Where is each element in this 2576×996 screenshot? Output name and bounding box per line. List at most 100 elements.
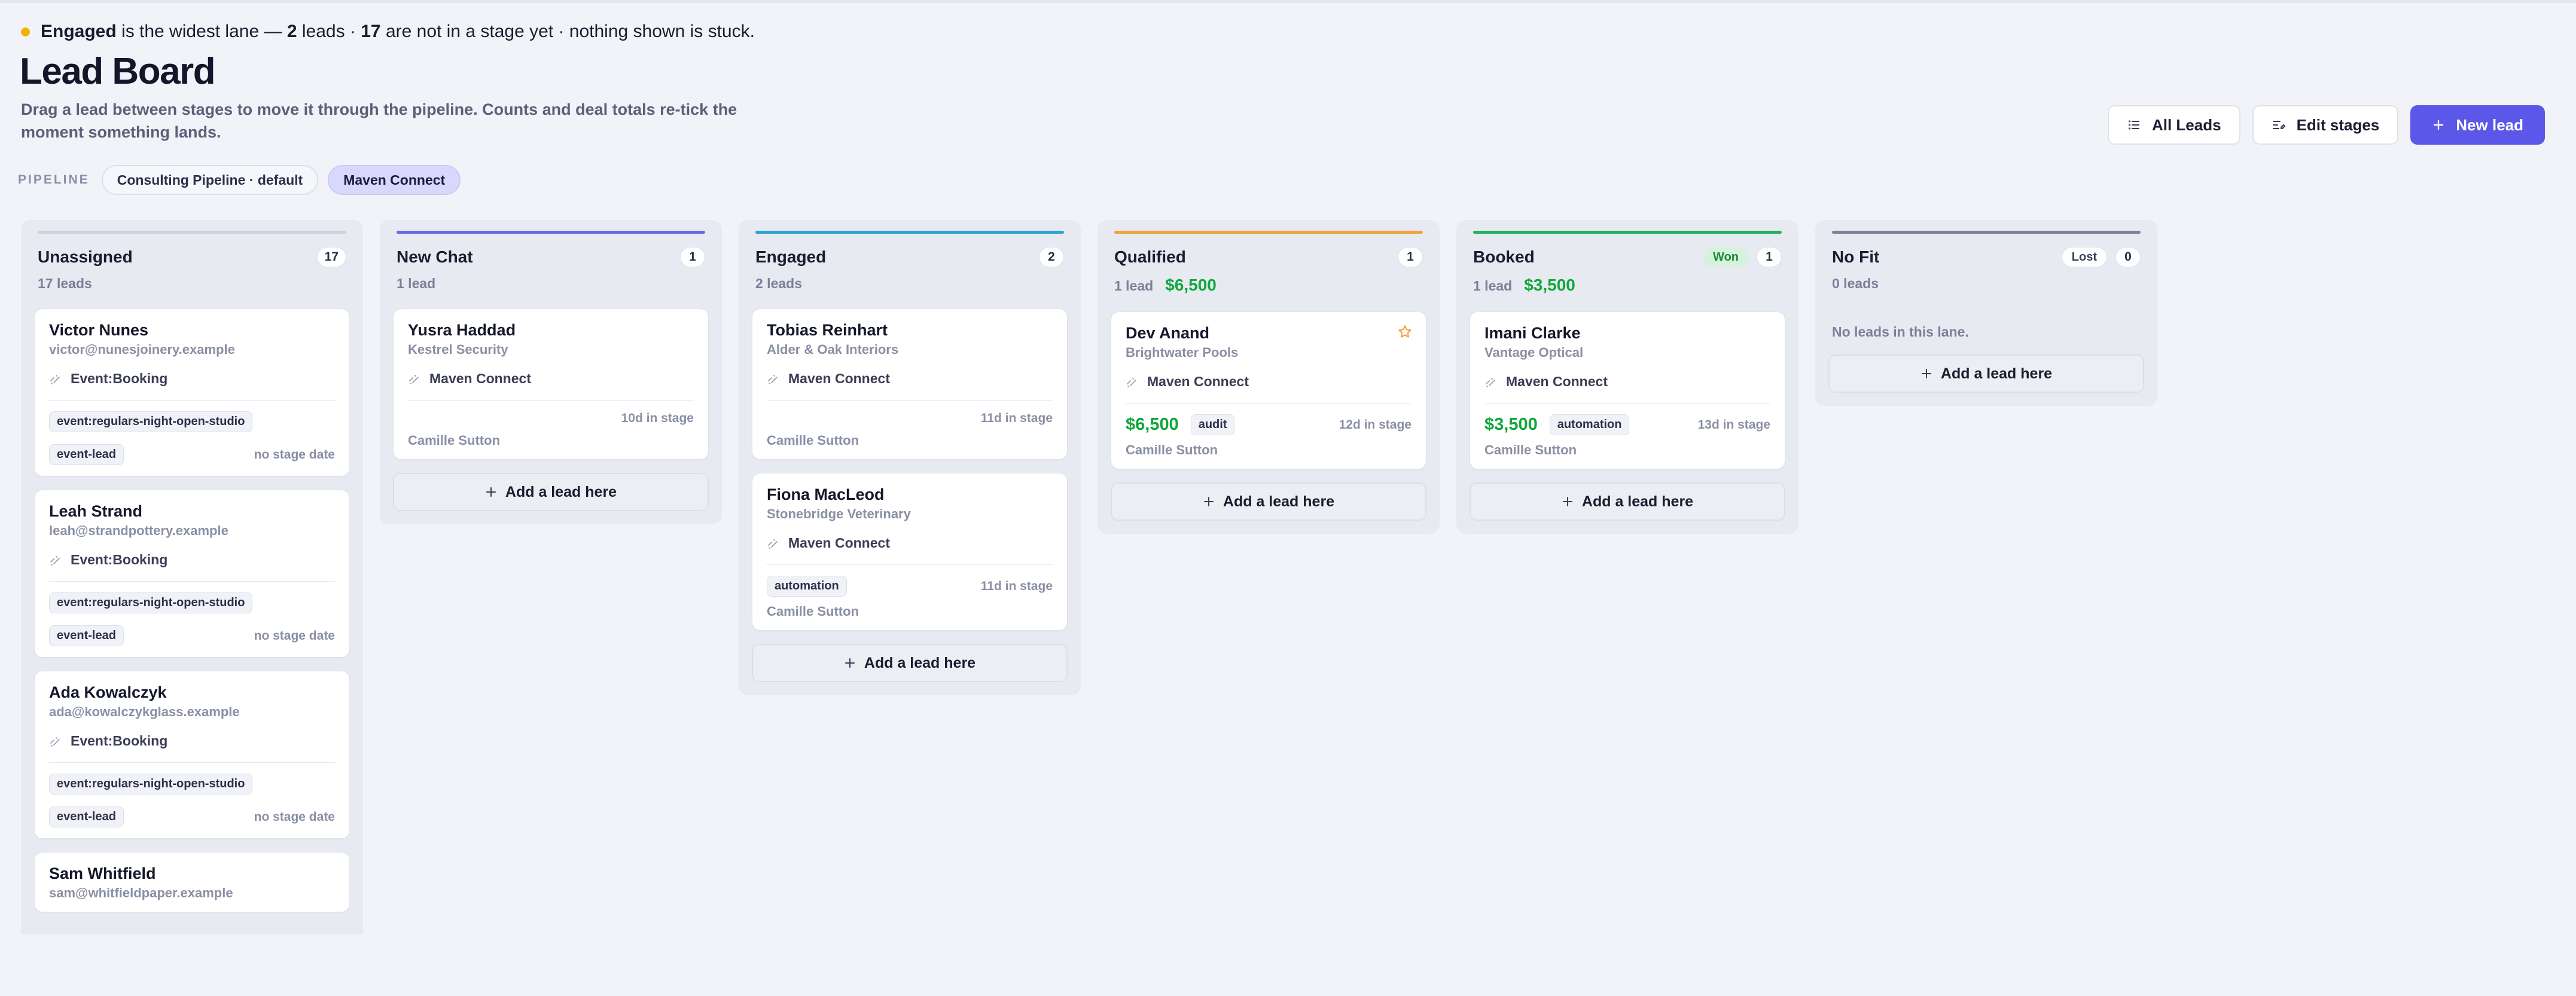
lane-title: New Chat [397, 248, 473, 266]
status-dot-icon [21, 27, 30, 36]
lane-title: Engaged [755, 248, 827, 266]
add-lead-button[interactable]: Add a lead here [1111, 482, 1426, 521]
new-lead-button[interactable]: New lead [2410, 105, 2545, 145]
add-lead-button[interactable]: Add a lead here [1470, 482, 1785, 521]
lane-unassigned[interactable]: Unassigned 17 17 leads Victor Nunes vict… [21, 220, 363, 934]
lead-name: Fiona MacLeod [767, 485, 885, 503]
stage-date: no stage date [254, 447, 335, 462]
lead-name: Dev Anand [1126, 324, 1210, 342]
lead-card[interactable]: Ada Kowalczyk ada@kowalczykglass.example… [34, 671, 350, 839]
lead-company: Kestrel Security [408, 342, 508, 357]
lane-lead-count: 17 leads [38, 276, 92, 291]
lane-title: Unassigned [38, 248, 133, 266]
meta-row: 10d in stage [408, 411, 694, 426]
source-icon [49, 735, 61, 747]
lane-empty-message: No leads in this lane. [1832, 324, 1969, 340]
days-in-stage: 11d in stage [980, 579, 1053, 593]
lane-booked[interactable]: Booked Won 1 1 lead $3,500 Imani Clarke … [1456, 220, 1798, 534]
add-lead-label: Add a lead here [505, 483, 617, 500]
new-lead-label: New lead [2456, 115, 2523, 134]
add-lead-label: Add a lead here [1223, 493, 1335, 510]
lead-card[interactable]: Fiona MacLeod Stonebridge Veterinary Mav… [752, 473, 1068, 631]
source-icon [767, 537, 779, 549]
lead-card[interactable]: Victor Nunes victor@nunesjoinery.example… [34, 308, 350, 476]
lane-no-fit[interactable]: No Fit Lost 0 0 leads No leads in this l… [1815, 220, 2157, 406]
summary-text: are not in a stage yet · nothing shown i… [380, 22, 755, 41]
tag-pill: automation [767, 576, 847, 597]
lead-owner: Camille Sutton [408, 433, 501, 448]
lost-badge: Lost [2061, 247, 2107, 267]
lead-name: Leah Strand [49, 502, 143, 520]
lane-count-badge: 2 [1039, 247, 1064, 267]
lead-email: sam@whitfieldpaper.example [49, 885, 233, 900]
lane-title: No Fit [1832, 248, 1880, 266]
add-lead-button[interactable]: Add a lead here [1828, 355, 2144, 393]
tag-row: event:regulars-night-open-studio [49, 592, 335, 613]
tag-pill: automation [1549, 414, 1630, 435]
lead-name: Ada Kowalczyk [49, 683, 167, 701]
lead-email: leah@strandpottery.example [49, 523, 228, 538]
lane-qualified[interactable]: Qualified 1 1 lead $6,500 Dev Anand Brig… [1098, 220, 1440, 534]
lead-owner: Camille Sutton [1484, 442, 1577, 457]
header-actions: All Leads Edit stages New lead [2096, 105, 2545, 145]
lane-new-chat[interactable]: New Chat 1 1 lead Yusra Haddad Kestrel S… [380, 220, 722, 524]
card-divider [1484, 403, 1770, 404]
lead-source: Event:Booking [49, 371, 335, 387]
source-label: Event:Booking [71, 733, 168, 748]
card-divider [767, 400, 1053, 401]
tag-pill: event:regulars-night-open-studio [49, 592, 253, 613]
all-leads-button[interactable]: All Leads [2107, 105, 2240, 145]
all-leads-label: All Leads [2151, 115, 2221, 134]
amount-group: $6,500 audit [1126, 414, 1235, 435]
stage-date: no stage date [254, 628, 335, 643]
card-divider [767, 564, 1053, 565]
lane-lead-count: 2 leads [755, 276, 802, 291]
pipeline-chip-maven-connect[interactable]: Maven Connect [328, 165, 461, 195]
lead-card[interactable]: Tobias Reinhart Alder & Oak Interiors Ma… [752, 308, 1068, 460]
plus-icon [1920, 368, 1932, 380]
lane-header: Engaged 2 [752, 247, 1068, 267]
board-summary: Engaged is the widest lane — 2 leads · 1… [21, 22, 755, 42]
lead-card[interactable]: Sam Whitfield sam@whitfieldpaper.example [34, 852, 350, 912]
summary-text: leads · [297, 22, 361, 41]
lane-engaged[interactable]: Engaged 2 2 leads Tobias Reinhart Alder … [739, 220, 1081, 695]
lead-source: Maven Connect [1126, 374, 1412, 390]
lead-card[interactable]: Yusra Haddad Kestrel Security Maven Conn… [393, 308, 709, 460]
add-lead-button[interactable]: Add a lead here [752, 644, 1068, 682]
lane-subtitle: 2 leads [752, 276, 1068, 292]
plus-icon [844, 657, 856, 669]
lane-deal-total: $3,500 [1524, 276, 1575, 294]
lead-name: Sam Whitfield [49, 864, 156, 882]
card-divider [49, 581, 335, 582]
tag-row: event-lead no stage date [49, 806, 335, 827]
tag-row: event-lead no stage date [49, 444, 335, 465]
card-divider [408, 400, 694, 401]
tag-pill: event:regulars-night-open-studio [49, 411, 253, 432]
days-in-stage: 12d in stage [1339, 417, 1412, 432]
star-icon[interactable] [1397, 324, 1413, 340]
lead-card[interactable]: Dev Anand Brightwater Pools Maven Connec… [1111, 311, 1426, 469]
deal-amount: $6,500 [1126, 415, 1179, 434]
card-divider [49, 762, 335, 763]
lead-card[interactable]: Leah Strand leah@strandpottery.example E… [34, 490, 350, 658]
lane-header: Unassigned 17 [34, 247, 350, 267]
card-divider [1126, 403, 1412, 404]
tag-row: automation 11d in stage [767, 576, 1053, 597]
plus-icon [1203, 496, 1215, 508]
lead-owner: Camille Sutton [767, 604, 859, 619]
add-lead-label: Add a lead here [1581, 493, 1694, 510]
source-icon [408, 373, 420, 385]
days-in-stage: 11d in stage [980, 411, 1053, 425]
lead-source: Event:Booking [49, 733, 335, 749]
pipeline-chip-consulting[interactable]: Consulting Pipeline · default [101, 165, 319, 195]
source-label: Maven Connect [1506, 374, 1608, 389]
lane-count-badge: 1 [1398, 247, 1423, 267]
amount-group: $3,500 automation [1484, 414, 1630, 435]
edit-stages-button[interactable]: Edit stages [2252, 105, 2399, 145]
lead-source: Maven Connect [767, 535, 1053, 551]
add-lead-button[interactable]: Add a lead here [393, 473, 709, 511]
lane-color-bar [397, 231, 705, 234]
source-icon [49, 373, 61, 385]
lead-card[interactable]: Imani Clarke Vantage Optical Maven Conne… [1470, 311, 1785, 469]
lane-color-bar [755, 231, 1064, 234]
